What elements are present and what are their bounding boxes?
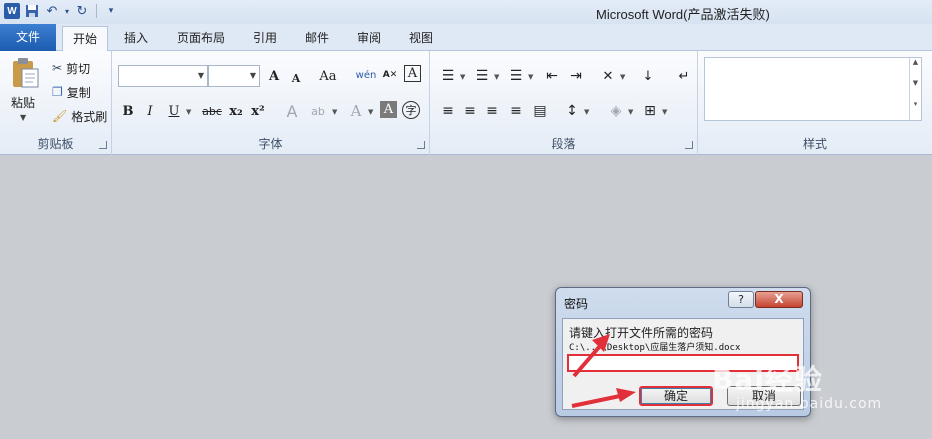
arrow-to-ok-icon: [571, 388, 636, 408]
baidu-watermark: Bai经验 jingyan.baidu.com: [712, 358, 881, 412]
watermark-url: jingyan.baidu.com: [736, 396, 883, 412]
watermark-brand: Bai经验: [712, 363, 823, 396]
arrow-to-password-icon: [572, 334, 610, 378]
